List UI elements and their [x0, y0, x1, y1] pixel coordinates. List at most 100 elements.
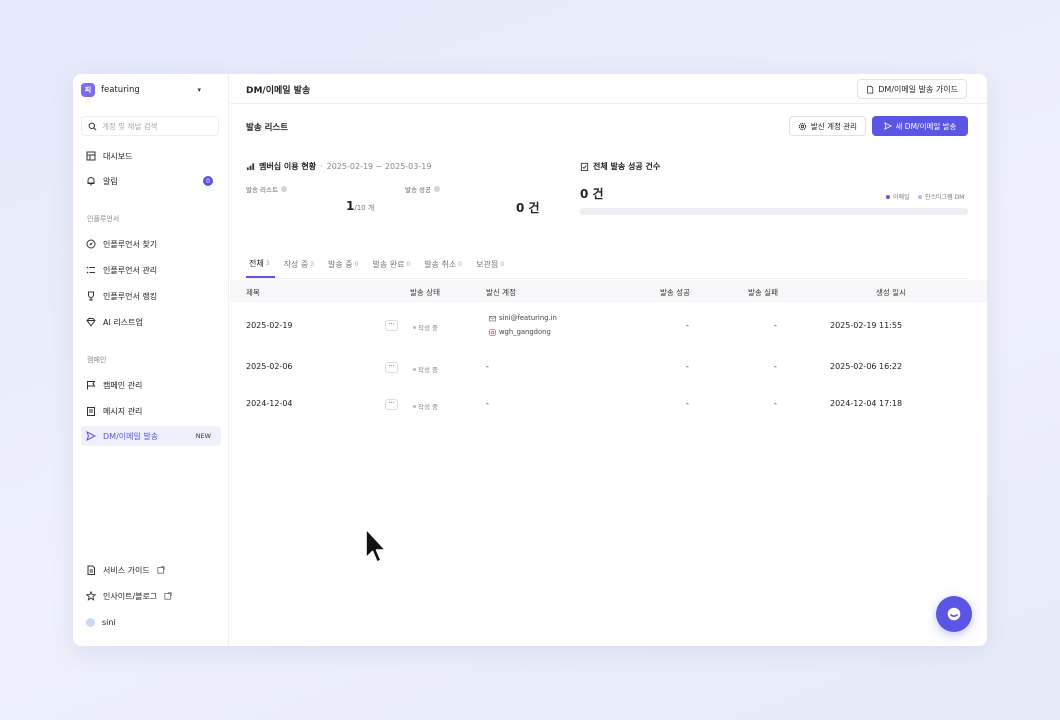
guide-button[interactable]: DM/이메일 발송 가이드 — [857, 79, 967, 99]
workspace-logo: 피 — [81, 83, 95, 97]
manage-sender-button[interactable]: 발신 계정 관리 — [789, 116, 866, 136]
row-created: 2025-02-06 16:22 — [830, 362, 903, 371]
row-success: - — [686, 321, 689, 330]
notification-badge: 0 — [203, 176, 213, 186]
sidebar-item-insight-blog[interactable]: 인사이트/블로그 — [81, 586, 221, 606]
bell-icon — [86, 176, 96, 186]
mouse-cursor-icon — [365, 528, 387, 563]
search-input[interactable] — [102, 121, 202, 131]
column-header-fail: 발송 실패 — [748, 288, 778, 297]
sidebar-item-influencer-ranking[interactable]: 인플루언서 랭킹 — [81, 286, 221, 306]
status-text: 작성 중 — [418, 366, 439, 374]
tab-sending[interactable]: 발송 중0 — [325, 256, 363, 278]
row-fail: - — [774, 399, 777, 408]
usage-list-value: 1/10 개 — [346, 199, 374, 213]
row-title: 2025-02-19 — [246, 321, 293, 330]
info-icon — [280, 186, 287, 192]
avatar — [86, 617, 95, 627]
row-created: 2024-12-04 17:18 — [830, 399, 903, 408]
usage-list-label: 발송 리스트 — [246, 184, 287, 194]
app-window: 피 featuring ▾ 대시보드 알림 0 인플루언서 인플루언서 찾기 인… — [73, 74, 987, 646]
star-icon — [86, 591, 96, 601]
sidebar-item-label: 인사이트/블로그 — [103, 591, 158, 601]
search-box[interactable] — [81, 116, 219, 136]
legend-swatch-email — [886, 194, 890, 199]
table-header: 제목 발송 상태 발신 계정 발송 성공 발송 실패 생성 일시 — [230, 280, 987, 302]
tab-count: 3 — [265, 259, 270, 267]
guide-button-label: DM/이메일 발송 가이드 — [878, 84, 958, 94]
table-row[interactable]: 2025-02-19 ··· 작성 중 sini@featuring.in wg… — [230, 310, 987, 342]
more-options-button[interactable]: ··· — [385, 399, 398, 410]
tab-label: 발송 완료 — [372, 259, 405, 269]
sidebar-item-label: 인플루언서 랭킹 — [103, 291, 158, 301]
user-name: sini — [102, 617, 116, 627]
caret-down-icon: ▾ — [197, 86, 201, 94]
row-success: - — [686, 399, 689, 408]
sidebar-item-user[interactable]: sini — [81, 612, 221, 632]
tab-label: 발송 중 — [328, 259, 353, 269]
sidebar-item-dm-email[interactable]: DM/이메일 발송 NEW — [81, 426, 221, 446]
tab-count: 0 — [458, 260, 463, 268]
sidebar-item-notifications[interactable]: 알림 0 — [81, 171, 221, 191]
sidebar-item-manage-influencer[interactable]: 인플루언서 관리 — [81, 260, 221, 280]
tab-label: 발송 취소 — [424, 259, 457, 269]
workspace-switcher[interactable]: 피 featuring ▾ — [79, 80, 205, 100]
legend-email-label: 이메일 — [893, 194, 910, 201]
tab-count: 0 — [354, 260, 359, 268]
compass-icon — [86, 239, 96, 249]
tab-all[interactable]: 전체 3 — [246, 256, 275, 278]
column-header-sender: 발신 계정 — [486, 288, 516, 297]
new-send-button[interactable]: 새 DM/이메일 발송 — [872, 116, 968, 136]
sidebar-item-label: DM/이메일 발송 — [103, 431, 159, 441]
new-tag: NEW — [195, 432, 211, 440]
usage-success-value: 0 건 — [516, 201, 540, 215]
sidebar-item-ai-listup[interactable]: AI 리스트업 — [81, 312, 221, 332]
flag-icon — [86, 380, 96, 390]
status-tabs: 전체 3 작성 중3 발송 중0 발송 완료 0 발송 취소 0 보관됨 0 — [246, 256, 515, 278]
sidebar-item-find-influencer[interactable]: 인플루언서 찾기 — [81, 234, 221, 254]
gear-icon — [798, 122, 807, 130]
sidebar-item-message-manage[interactable]: 메시지 관리 — [81, 401, 221, 421]
usage-title: 멤버십 이용 현황 — [259, 162, 317, 171]
usage-period: 2025-02-19 ~ 2025-03-19 — [326, 162, 432, 171]
tab-archived[interactable]: 보관됨 0 — [473, 256, 509, 278]
total-progress-bar — [580, 208, 968, 215]
row-created: 2025-02-19 11:55 — [830, 321, 903, 330]
manage-sender-label: 발신 계정 관리 — [810, 121, 858, 131]
send-icon — [883, 122, 892, 130]
sidebar-item-dashboard[interactable]: 대시보드 — [81, 146, 221, 166]
main-content: DM/이메일 발송 DM/이메일 발송 가이드 발송 리스트 발신 계정 관리 … — [230, 74, 987, 646]
table-row[interactable]: 2025-02-06 ··· 작성 중 - - - 2025-02-06 16:… — [230, 356, 987, 378]
column-header-success: 발송 성공 — [660, 288, 690, 297]
more-options-button[interactable]: ··· — [385, 320, 398, 331]
dashboard-icon — [86, 151, 96, 161]
sender-email: sini@featuring.in — [489, 314, 557, 322]
status-badge: 작성 중 — [413, 401, 438, 411]
usage-success-label: 발송 성공 — [405, 184, 440, 194]
total-title: 전체 발송 성공 건수 — [593, 162, 661, 171]
sidebar-item-campaign-manage[interactable]: 캠페인 관리 — [81, 375, 221, 395]
sidebar-item-label: AI 리스트업 — [103, 317, 143, 327]
mail-icon — [489, 315, 496, 321]
column-header-title: 제목 — [246, 288, 260, 297]
tab-sent[interactable]: 발송 완료 0 — [369, 256, 415, 278]
top-bar: DM/이메일 발송 DM/이메일 발송 가이드 — [230, 74, 987, 104]
page-title: DM/이메일 발송 — [246, 86, 311, 96]
column-header-status: 발송 상태 — [410, 288, 440, 297]
tab-count: 0 — [500, 260, 505, 268]
chat-button[interactable] — [936, 596, 972, 632]
tab-cancelled[interactable]: 발송 취소 0 — [421, 256, 467, 278]
sidebar-item-service-guide[interactable]: 서비스 가이드 — [81, 560, 221, 580]
legend-swatch-dm — [918, 194, 922, 199]
status-badge: 작성 중 — [413, 322, 438, 332]
tab-drafting[interactable]: 작성 중3 — [281, 256, 319, 278]
tab-label: 작성 중 — [283, 259, 309, 269]
success-label-text: 발송 성공 — [405, 186, 431, 194]
tab-count: 0 — [406, 260, 411, 268]
sender-instagram: wgh_gangdong — [489, 328, 551, 336]
table-row[interactable]: 2024-12-04 ··· 작성 중 - - - 2024-12-04 17:… — [230, 393, 987, 415]
external-link-icon — [157, 566, 165, 574]
trophy-icon — [86, 291, 96, 301]
status-badge: 작성 중 — [413, 364, 438, 374]
more-options-button[interactable]: ··· — [385, 362, 398, 373]
